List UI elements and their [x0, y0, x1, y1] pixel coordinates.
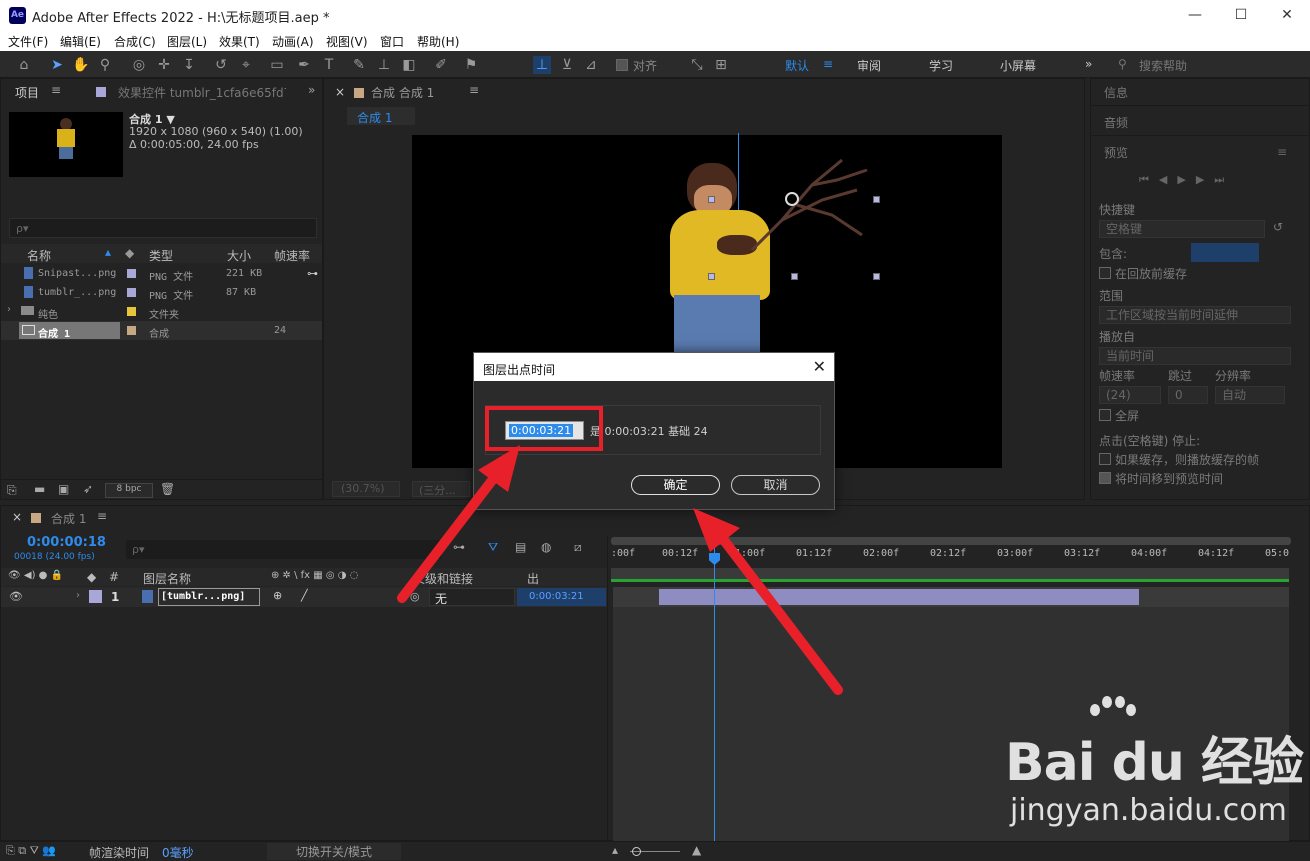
paw-toe: [1102, 696, 1112, 708]
paw-toe: [1115, 696, 1125, 708]
paw-toe: [1090, 704, 1100, 716]
watermark-url: jingyan.baidu.com: [1010, 793, 1287, 828]
paw-toe: [1126, 704, 1136, 716]
arrow-to-ok: [693, 508, 843, 695]
watermark-brand: Bai du 经验: [1005, 733, 1304, 793]
arrow-to-input: [397, 445, 520, 603]
baidu-paw-icon: [1090, 696, 1136, 730]
